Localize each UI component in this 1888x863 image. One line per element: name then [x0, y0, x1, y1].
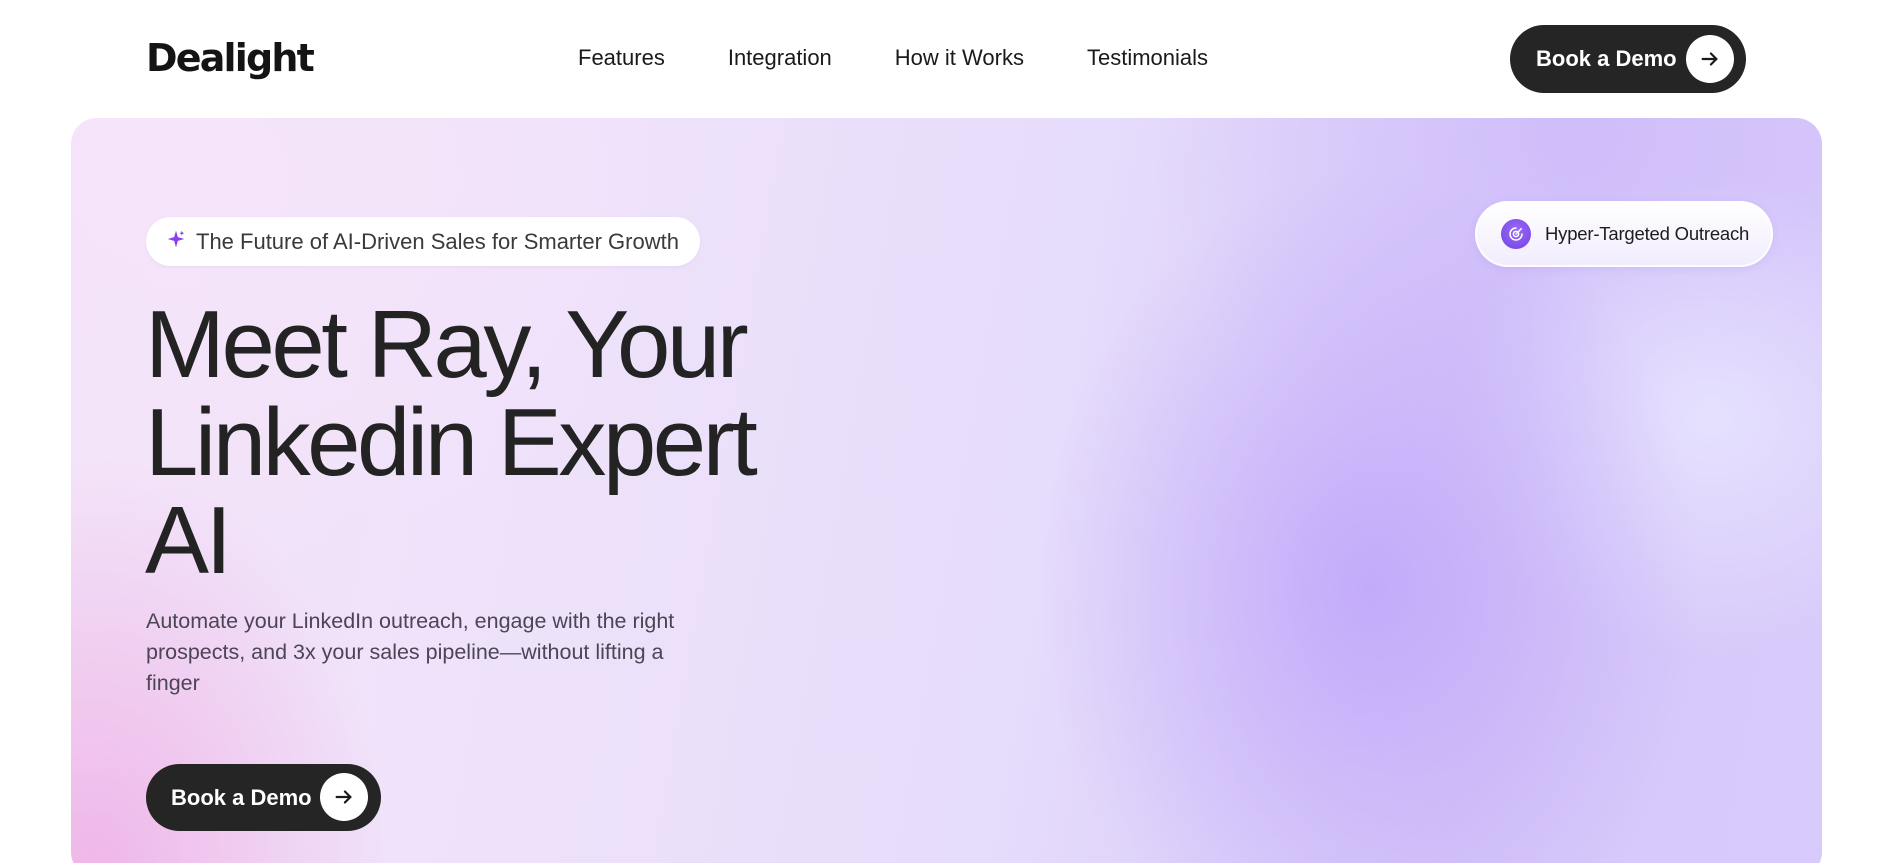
hero-book-demo-button[interactable]: Book a Demo — [146, 764, 381, 831]
site-header: Dealight Features Integration How it Wor… — [0, 0, 1888, 118]
hero-headline-line: AI — [145, 487, 232, 594]
nav-link-how-it-works[interactable]: How it Works — [895, 44, 1024, 72]
hero-book-demo-label: Book a Demo — [171, 784, 312, 810]
landing-page: Dealight Features Integration How it Wor… — [0, 0, 1888, 863]
hero-headline: Meet Ray, Your Linkedin Expert AI — [145, 296, 945, 590]
arrow-right-icon — [1686, 35, 1734, 83]
header-book-demo-button[interactable]: Book a Demo — [1510, 25, 1746, 93]
hero-section: The Future of AI-Driven Sales for Smarte… — [71, 118, 1822, 863]
feature-tag-hyper-targeted-outreach: Hyper-Targeted Outreach — [1475, 201, 1773, 267]
hero-headline-line: Meet Ray, Your — [145, 291, 749, 398]
hero-badge: The Future of AI-Driven Sales for Smarte… — [146, 217, 700, 266]
header-book-demo-label: Book a Demo — [1536, 46, 1677, 71]
hero-badge-text: The Future of AI-Driven Sales for Smarte… — [196, 228, 679, 254]
sparkle-icon — [166, 229, 186, 254]
hero-subtitle: Automate your LinkedIn outreach, engage … — [146, 609, 675, 695]
nav-link-integration[interactable]: Integration — [728, 44, 832, 72]
logo[interactable]: Dealight — [146, 36, 315, 80]
arrow-right-icon — [320, 773, 368, 821]
hero-headline-line: Linkedin Expert — [145, 389, 758, 496]
feature-tag-label: Hyper-Targeted Outreach — [1545, 223, 1750, 244]
nav-link-features[interactable]: Features — [578, 44, 665, 72]
target-icon — [1501, 219, 1531, 249]
nav-link-testimonials[interactable]: Testimonials — [1087, 44, 1208, 72]
main-nav: Features Integration How it Works Testim… — [578, 44, 1208, 72]
